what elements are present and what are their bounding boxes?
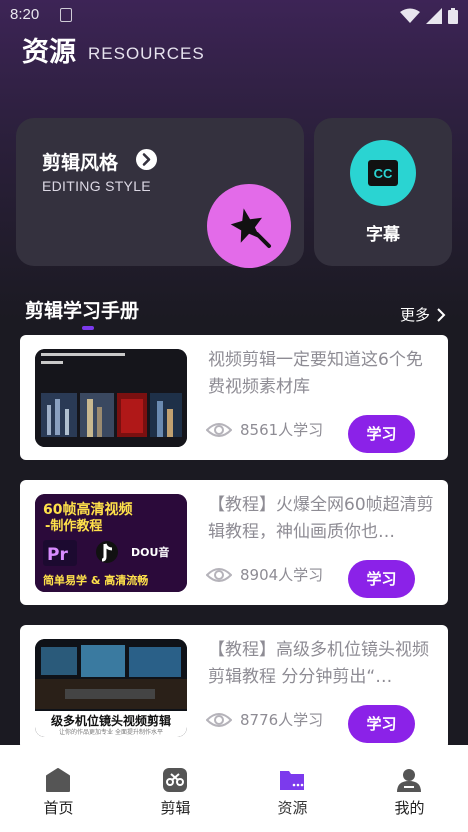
- section-title: 剪辑学习手册: [25, 300, 140, 322]
- thumb-footer: 简单易学 & 高清流畅: [43, 573, 148, 587]
- article-title: 【教程】高级多机位镜头视频剪辑教程 分分钟剪出“…: [208, 640, 429, 687]
- signal-icon: [426, 8, 442, 24]
- learn-button[interactable]: 学习: [348, 705, 415, 743]
- thumb-subheadline: -制作教程: [45, 518, 102, 534]
- learn-button[interactable]: 学习: [348, 415, 415, 453]
- article-thumbnail: [35, 349, 187, 447]
- article-views: 8776人学习: [206, 709, 323, 730]
- chevron-right-icon: [437, 307, 446, 322]
- person-icon: [397, 769, 421, 792]
- thumb-caption: 让你的作品更加专业 全面提升制作水平: [59, 728, 163, 736]
- status-icons: [400, 8, 458, 24]
- eye-icon: [206, 422, 232, 437]
- folder-icon: [280, 771, 304, 790]
- home-icon: [46, 768, 70, 792]
- more-label: 更多: [399, 306, 430, 324]
- eye-icon: [206, 712, 232, 727]
- thumb-headline: 60帧高清视频: [43, 501, 132, 518]
- page-subtitle: RESOURCES: [88, 44, 205, 63]
- tab-edit[interactable]: 剪辑: [117, 745, 234, 832]
- views-count: 8776人学习: [240, 711, 324, 729]
- tab-resources[interactable]: 资源: [234, 745, 351, 832]
- magic-star-icon: [207, 184, 291, 268]
- status-time: 8:20: [10, 6, 40, 23]
- tab-label: 资源: [277, 799, 308, 817]
- tab-home[interactable]: 首页: [0, 745, 117, 832]
- editing-style-title: 剪辑风格: [42, 152, 119, 174]
- article-card[interactable]: 视频剪辑一定要知道这6个免费视频素材库 8561人学习 学习: [20, 335, 448, 460]
- subtitles-card[interactable]: CC 字幕: [314, 118, 452, 266]
- article-thumbnail: 级多机位镜头视频剪辑 让你的作品更加专业 全面提升制作水平: [35, 639, 187, 737]
- subtitles-label: 字幕: [366, 225, 400, 245]
- status-bar: 8:20: [0, 0, 468, 30]
- learn-button[interactable]: 学习: [348, 560, 415, 598]
- tab-profile[interactable]: 我的: [351, 745, 468, 832]
- article-title: 视频剪辑一定要知道这6个免费视频素材库: [208, 350, 423, 397]
- article-title: 【教程】火爆全网60帧超清剪辑教程，神仙画质你也…: [208, 495, 434, 542]
- tab-label: 剪辑: [160, 799, 191, 817]
- article-thumbnail: 60帧高清视频 -制作教程 Pr DOU音 简单易学 & 高清流畅: [35, 494, 187, 592]
- page-title: 资源: [22, 37, 76, 68]
- section-underline: [82, 326, 94, 330]
- views-count: 8561人学习: [240, 421, 324, 439]
- sim-icon: [60, 8, 72, 22]
- article-card[interactable]: 级多机位镜头视频剪辑 让你的作品更加专业 全面提升制作水平 【教程】高级多机位镜…: [20, 625, 448, 750]
- tab-label: 首页: [43, 799, 74, 817]
- cc-icon: CC: [350, 140, 416, 206]
- cc-badge-text: CC: [374, 166, 393, 181]
- eye-icon: [206, 567, 232, 582]
- scissors-icon: [163, 768, 187, 792]
- editing-style-card[interactable]: 剪辑风格 EDITING STYLE: [16, 118, 304, 268]
- article-views: 8561人学习: [206, 419, 323, 440]
- thumb-dou-label: DOU音: [131, 545, 169, 559]
- article-card[interactable]: 60帧高清视频 -制作教程 Pr DOU音 简单易学 & 高清流畅 【教程】火爆…: [20, 480, 448, 605]
- views-count: 8904人学习: [240, 566, 324, 584]
- more-link[interactable]: 更多: [400, 304, 446, 325]
- chevron-right-icon: [136, 149, 157, 170]
- bottom-tab-bar: 首页 剪辑 资源 我的: [0, 745, 468, 832]
- tab-label: 我的: [394, 799, 425, 817]
- article-views: 8904人学习: [206, 564, 323, 585]
- battery-icon: [448, 8, 458, 24]
- thumb-pr-logo: Pr: [47, 545, 68, 565]
- thumb-banner: 级多机位镜头视频剪辑: [51, 713, 171, 728]
- editing-style-subtitle: EDITING STYLE: [42, 178, 151, 194]
- wifi-icon: [400, 8, 420, 23]
